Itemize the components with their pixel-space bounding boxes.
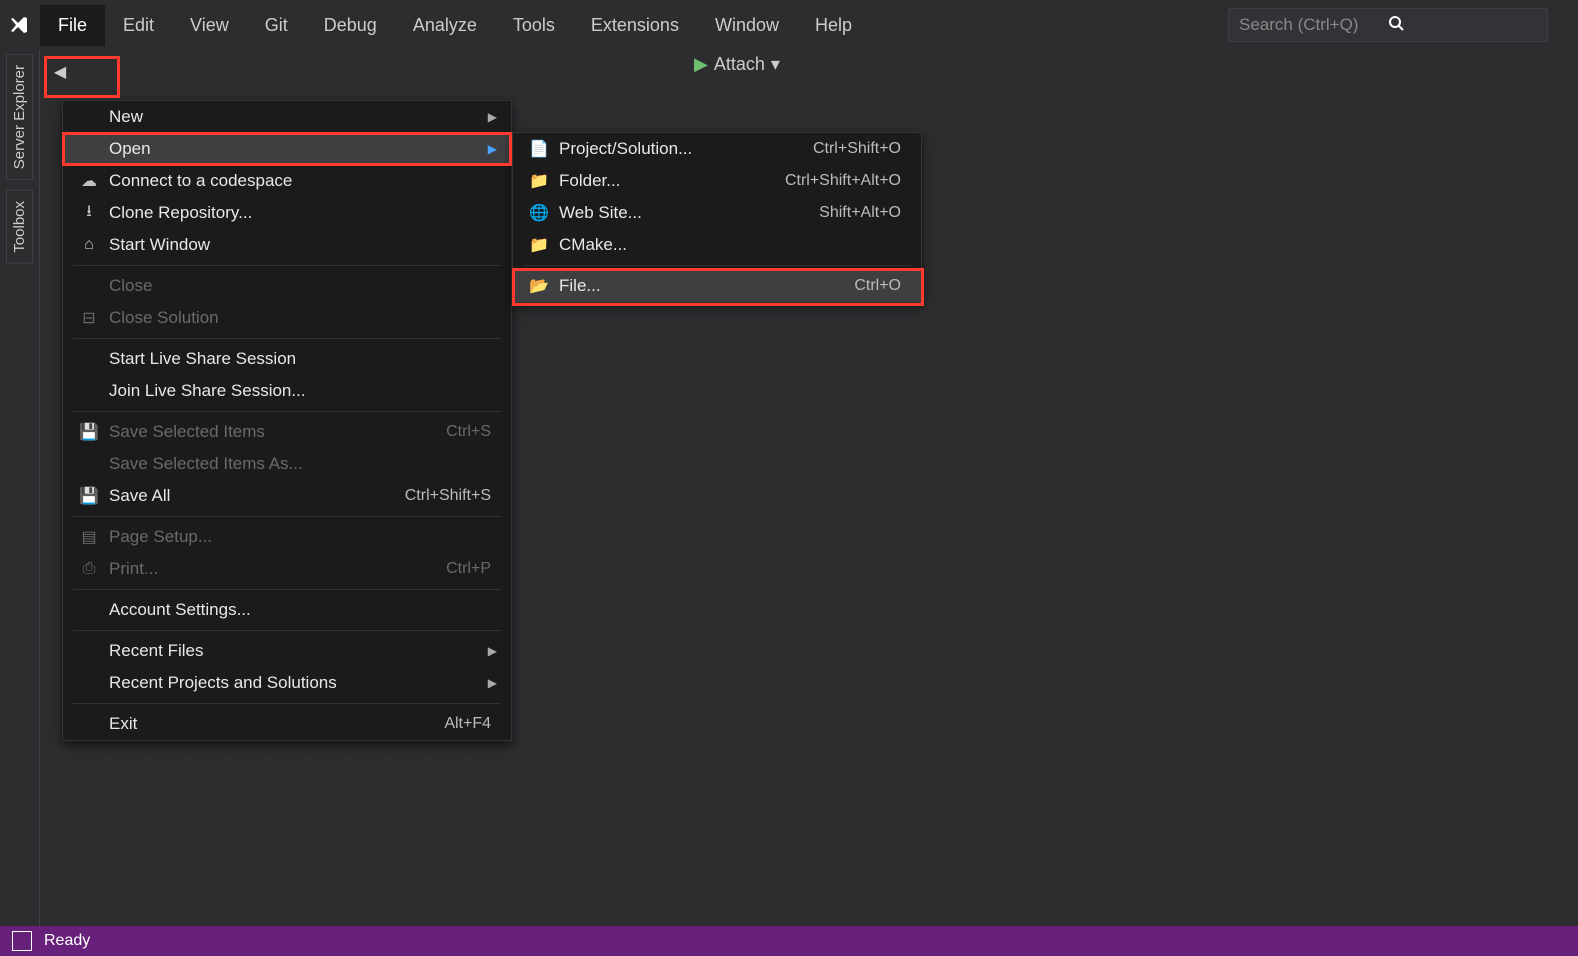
separator [73, 338, 501, 339]
file-menu-dropdown: New ▶ Open ▶ ☁ Connect to a codespace ⭳ … [62, 100, 512, 741]
menu-connect-codespace[interactable]: ☁ Connect to a codespace [63, 165, 511, 197]
arrow-right-icon: ▶ [481, 110, 497, 124]
status-text: Ready [44, 932, 90, 950]
menu-file[interactable]: File [40, 5, 105, 46]
menu-window[interactable]: Window [697, 5, 797, 46]
search-box[interactable]: Search (Ctrl+Q) [1228, 8, 1548, 42]
menu-save-selected: 💾 Save Selected Items Ctrl+S [63, 416, 511, 448]
menu-print: ⎙ Print... Ctrl+P [63, 553, 511, 585]
menu-debug[interactable]: Debug [306, 5, 395, 46]
tab-server-explorer[interactable]: Server Explorer [6, 54, 33, 180]
menu-close: Close [63, 270, 511, 302]
attach-label: Attach [714, 54, 765, 75]
open-submenu: 📄 Project/Solution... Ctrl+Shift+O 📁 Fol… [512, 132, 922, 303]
menu-git[interactable]: Git [247, 5, 306, 46]
cmake-icon: 📁 [527, 235, 551, 255]
folder-icon: 📁 [527, 171, 551, 191]
attach-button[interactable]: ▶ Attach ▾ [694, 54, 780, 75]
menu-edit[interactable]: Edit [105, 5, 172, 46]
download-icon: ⭳ [77, 200, 101, 227]
menu-analyze[interactable]: Analyze [395, 5, 495, 46]
menu-tools[interactable]: Tools [495, 5, 573, 46]
separator [73, 265, 501, 266]
search-icon [1388, 15, 1537, 36]
status-bar: Ready [0, 926, 1578, 956]
menu-open[interactable]: Open ▶ [63, 133, 511, 165]
separator [73, 589, 501, 590]
menubar: File Edit View Git Debug Analyze Tools E… [40, 5, 870, 46]
menu-start-live-share[interactable]: Start Live Share Session [63, 343, 511, 375]
tab-toolbox[interactable]: Toolbox [6, 190, 33, 264]
open-cmake[interactable]: 📁 CMake... [513, 229, 921, 261]
main-area: Server Explorer Toolbox ◀ ▶ Attach ▾ New… [0, 50, 1578, 926]
open-file-icon: 📂 [527, 276, 551, 296]
menu-help[interactable]: Help [797, 5, 870, 46]
open-project-solution[interactable]: 📄 Project/Solution... Ctrl+Shift+O [513, 133, 921, 165]
open-website[interactable]: 🌐 Web Site... Shift+Alt+O [513, 197, 921, 229]
menu-exit[interactable]: Exit Alt+F4 [63, 708, 511, 740]
menubar-row: File Edit View Git Debug Analyze Tools E… [0, 0, 1578, 50]
separator [73, 516, 501, 517]
search-placeholder: Search (Ctrl+Q) [1239, 15, 1388, 35]
save-icon: 💾 [77, 422, 101, 442]
separator [73, 411, 501, 412]
home-icon: ⌂ [77, 236, 101, 254]
globe-icon: 🌐 [527, 203, 551, 223]
menu-save-all[interactable]: 💾 Save All Ctrl+Shift+S [63, 480, 511, 512]
separator [73, 630, 501, 631]
save-all-icon: 💾 [77, 486, 101, 506]
vs-logo-icon [0, 13, 40, 37]
project-icon: 📄 [527, 139, 551, 159]
close-solution-icon: ⊟ [77, 308, 101, 328]
chevron-down-icon: ▾ [771, 54, 780, 75]
menu-page-setup: ▤ Page Setup... [63, 521, 511, 553]
separator [523, 265, 911, 266]
menu-start-window[interactable]: ⌂ Start Window [63, 229, 511, 261]
nav-back-icon[interactable]: ◀ [46, 58, 74, 86]
menu-view[interactable]: View [172, 5, 247, 46]
side-tool-well: Server Explorer Toolbox [0, 50, 40, 926]
arrow-right-icon: ▶ [481, 142, 497, 156]
page-icon: ▤ [77, 527, 101, 547]
arrow-right-icon: ▶ [481, 644, 497, 658]
open-file[interactable]: 📂 File... Ctrl+O [513, 270, 921, 302]
print-icon: ⎙ [77, 560, 101, 578]
status-icon [12, 931, 32, 951]
menu-clone-repo[interactable]: ⭳ Clone Repository... [63, 197, 511, 229]
menu-recent-files[interactable]: Recent Files ▶ [63, 635, 511, 667]
play-icon: ▶ [694, 54, 708, 75]
open-folder[interactable]: 📁 Folder... Ctrl+Shift+Alt+O [513, 165, 921, 197]
menu-join-live-share[interactable]: Join Live Share Session... [63, 375, 511, 407]
menu-close-solution: ⊟ Close Solution [63, 302, 511, 334]
toolbar-strip: ◀ [40, 50, 74, 94]
menu-save-selected-as: Save Selected Items As... [63, 448, 511, 480]
menu-account-settings[interactable]: Account Settings... [63, 594, 511, 626]
menu-extensions[interactable]: Extensions [573, 5, 697, 46]
arrow-right-icon: ▶ [481, 676, 497, 690]
menu-new[interactable]: New ▶ [63, 101, 511, 133]
menu-recent-projects[interactable]: Recent Projects and Solutions ▶ [63, 667, 511, 699]
cloud-icon: ☁ [77, 171, 101, 191]
separator [73, 703, 501, 704]
